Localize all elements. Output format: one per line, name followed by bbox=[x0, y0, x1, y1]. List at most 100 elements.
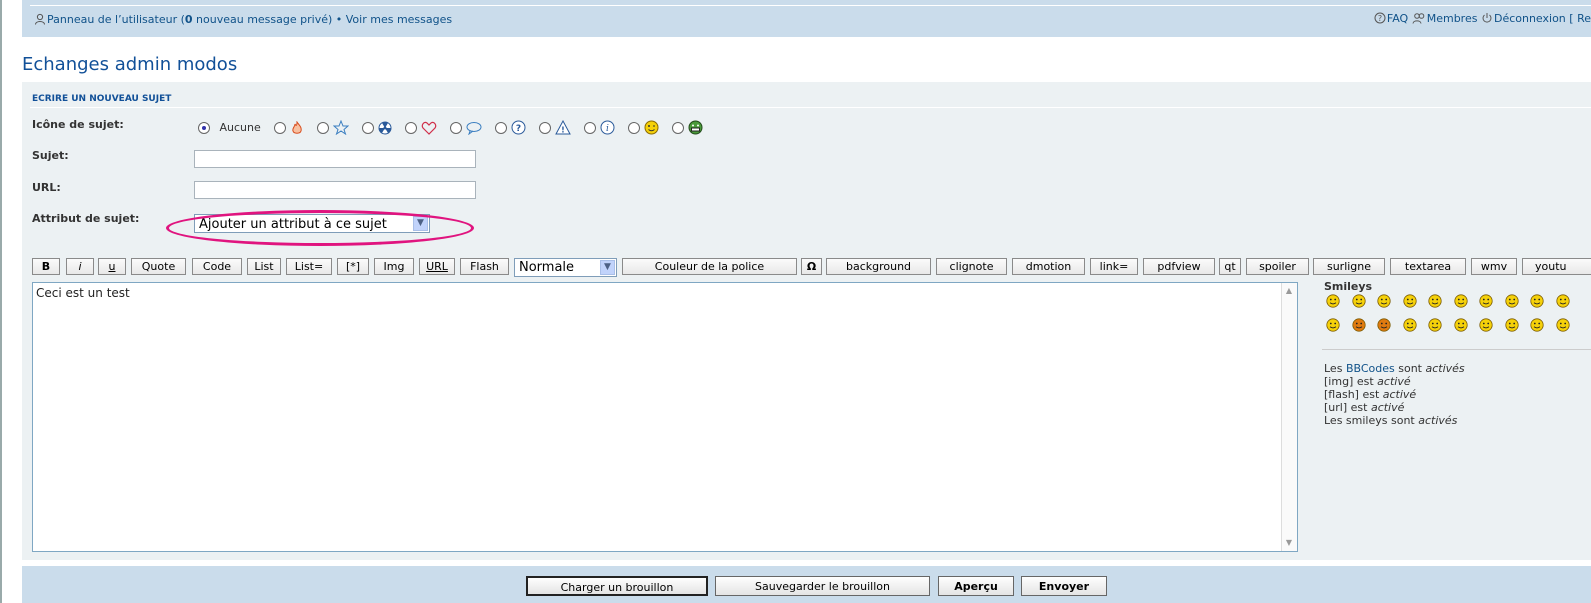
members-link[interactable]: Membres bbox=[1427, 12, 1478, 25]
url-input[interactable] bbox=[194, 181, 476, 199]
submit-button[interactable]: Envoyer bbox=[1021, 576, 1107, 596]
surprised-smiley-icon[interactable] bbox=[1402, 294, 1417, 308]
youtube-button[interactable]: youtu bbox=[1522, 258, 1591, 275]
radio-button[interactable] bbox=[274, 121, 287, 134]
chevron-down-icon[interactable]: ▼ bbox=[600, 260, 615, 275]
img-button[interactable]: Img bbox=[374, 258, 414, 275]
font-color-button[interactable]: Couleur de la police bbox=[622, 258, 797, 275]
icon-option-none[interactable]: Aucune bbox=[198, 121, 261, 134]
save-draft-button[interactable]: Sauvegarder le brouillon bbox=[715, 576, 930, 596]
icon-option-heart[interactable] bbox=[405, 121, 437, 135]
radio-button[interactable] bbox=[450, 121, 463, 134]
info-icon: i bbox=[600, 120, 615, 135]
bbcode-mid: sont bbox=[1394, 362, 1426, 375]
smile-smiley-icon[interactable] bbox=[1351, 294, 1366, 308]
shocked-smiley-icon[interactable] bbox=[1428, 294, 1442, 308]
sad-smiley-icon[interactable] bbox=[1377, 294, 1391, 308]
link-eq-button[interactable]: link= bbox=[1090, 258, 1138, 275]
bold-button[interactable]: B bbox=[32, 258, 60, 275]
flash-button[interactable]: Flash bbox=[460, 258, 509, 275]
load-draft-button[interactable]: Charger un brouillon bbox=[526, 576, 708, 596]
list-button[interactable]: List bbox=[247, 258, 281, 275]
scroll-down-icon[interactable]: ▼ bbox=[1284, 538, 1294, 548]
section-title: ECRIRE UN NOUVEAU SUJET bbox=[32, 94, 172, 104]
confused-smiley-icon[interactable] bbox=[1453, 294, 1468, 308]
icon-option-star[interactable] bbox=[317, 119, 350, 136]
roll-eyes-smiley-icon[interactable] bbox=[1402, 318, 1417, 332]
icon-option-question[interactable]: ? bbox=[495, 120, 526, 135]
page-title: Echanges admin modos bbox=[22, 54, 238, 75]
quote-button[interactable]: Quote bbox=[131, 258, 186, 275]
radio-button[interactable] bbox=[584, 121, 597, 134]
qt-button[interactable]: qt bbox=[1219, 258, 1241, 275]
icon-option-warning[interactable]: ! bbox=[539, 119, 571, 135]
faq-link[interactable]: FAQ bbox=[1387, 12, 1408, 25]
bbcode-help-link[interactable]: BBCodes bbox=[1346, 362, 1395, 375]
bbcode-state: activés bbox=[1425, 362, 1465, 375]
ucp-link[interactable]: Panneau de l’utilisateur (0 nouveau mess… bbox=[47, 13, 336, 26]
pdfview-button[interactable]: pdfview bbox=[1143, 258, 1215, 275]
italic-button[interactable]: i bbox=[66, 258, 94, 275]
icon-none-label: Aucune bbox=[219, 121, 261, 134]
flash-prefix: [flash] est bbox=[1324, 388, 1383, 401]
font-size-value: Normale bbox=[519, 260, 575, 275]
idea-smiley-icon[interactable] bbox=[1504, 318, 1519, 332]
radio-button[interactable] bbox=[405, 121, 418, 134]
clignote-button[interactable]: clignote bbox=[936, 258, 1007, 275]
twisted-smiley-icon[interactable] bbox=[1377, 318, 1391, 332]
message-textarea[interactable]: Ceci est un test ▲ ▼ bbox=[32, 282, 1298, 552]
url-button[interactable]: URL bbox=[419, 258, 455, 275]
img-prefix: [img] est bbox=[1324, 375, 1378, 388]
textarea-scrollbar[interactable]: ▲ ▼ bbox=[1281, 283, 1297, 551]
dmotion-button[interactable]: dmotion bbox=[1012, 258, 1085, 275]
radio-button[interactable] bbox=[198, 122, 210, 134]
razz-smiley-icon[interactable] bbox=[1555, 294, 1570, 308]
icon-option-speech[interactable] bbox=[450, 121, 482, 135]
radio-button[interactable] bbox=[539, 121, 552, 134]
cut-off-link[interactable]: [ Re bbox=[1569, 12, 1591, 25]
radio-button[interactable] bbox=[362, 121, 375, 134]
neutral-smiley-icon[interactable] bbox=[1555, 318, 1570, 332]
logout-link[interactable]: Déconnexion bbox=[1494, 12, 1566, 25]
list-item-button[interactable]: [*] bbox=[337, 258, 369, 275]
icon-option-info[interactable]: i bbox=[584, 120, 615, 135]
view-messages-link[interactable]: Voir mes messages bbox=[342, 13, 452, 26]
very-happy-smiley-icon[interactable] bbox=[1326, 294, 1340, 308]
arrow-smiley-icon[interactable] bbox=[1530, 318, 1544, 332]
radio-button[interactable] bbox=[317, 121, 330, 134]
topic-attribute-label: Attribut de sujet: bbox=[32, 212, 140, 225]
preview-button[interactable]: Aperçu bbox=[938, 576, 1014, 596]
url-label: URL: bbox=[32, 181, 61, 194]
mad-smiley-icon[interactable] bbox=[1530, 294, 1544, 308]
question-smiley-icon[interactable] bbox=[1479, 318, 1493, 332]
exclamation-smiley-icon[interactable] bbox=[1453, 318, 1468, 332]
icon-option-fire[interactable] bbox=[274, 119, 304, 135]
icon-option-wink[interactable] bbox=[628, 120, 659, 135]
surligne-button[interactable]: surligne bbox=[1313, 258, 1385, 275]
icon-option-grin[interactable] bbox=[672, 120, 703, 135]
svg-text:!: ! bbox=[561, 126, 565, 135]
special-chars-button[interactable]: Ω bbox=[801, 258, 822, 275]
code-button[interactable]: Code bbox=[192, 258, 242, 275]
radio-button[interactable] bbox=[672, 121, 685, 134]
wmv-button[interactable]: wmv bbox=[1471, 258, 1517, 275]
radio-button[interactable] bbox=[628, 121, 641, 134]
cool-smiley-icon[interactable] bbox=[1479, 294, 1493, 308]
textarea-button[interactable]: textarea bbox=[1390, 258, 1466, 275]
evil-smiley-icon[interactable] bbox=[1351, 318, 1366, 332]
laughing-smiley-icon[interactable] bbox=[1504, 294, 1519, 308]
highlight-ellipse bbox=[166, 210, 474, 246]
font-size-select[interactable]: Normale ▼ bbox=[514, 258, 617, 277]
wink-smiley-icon[interactable] bbox=[1428, 318, 1442, 332]
background-button[interactable]: background bbox=[826, 258, 931, 275]
subject-input[interactable] bbox=[194, 150, 476, 168]
icon-option-radioactive[interactable] bbox=[362, 121, 392, 135]
underline-button[interactable]: u bbox=[98, 258, 126, 275]
section-divider bbox=[30, 107, 1591, 108]
flash-status: [flash] est activé bbox=[1324, 388, 1465, 401]
embarrassed-smiley-icon[interactable] bbox=[1326, 318, 1340, 332]
radio-button[interactable] bbox=[495, 121, 508, 134]
list-ordered-button[interactable]: List= bbox=[286, 258, 332, 275]
spoiler-button[interactable]: spoiler bbox=[1246, 258, 1309, 275]
scroll-up-icon[interactable]: ▲ bbox=[1284, 286, 1294, 296]
